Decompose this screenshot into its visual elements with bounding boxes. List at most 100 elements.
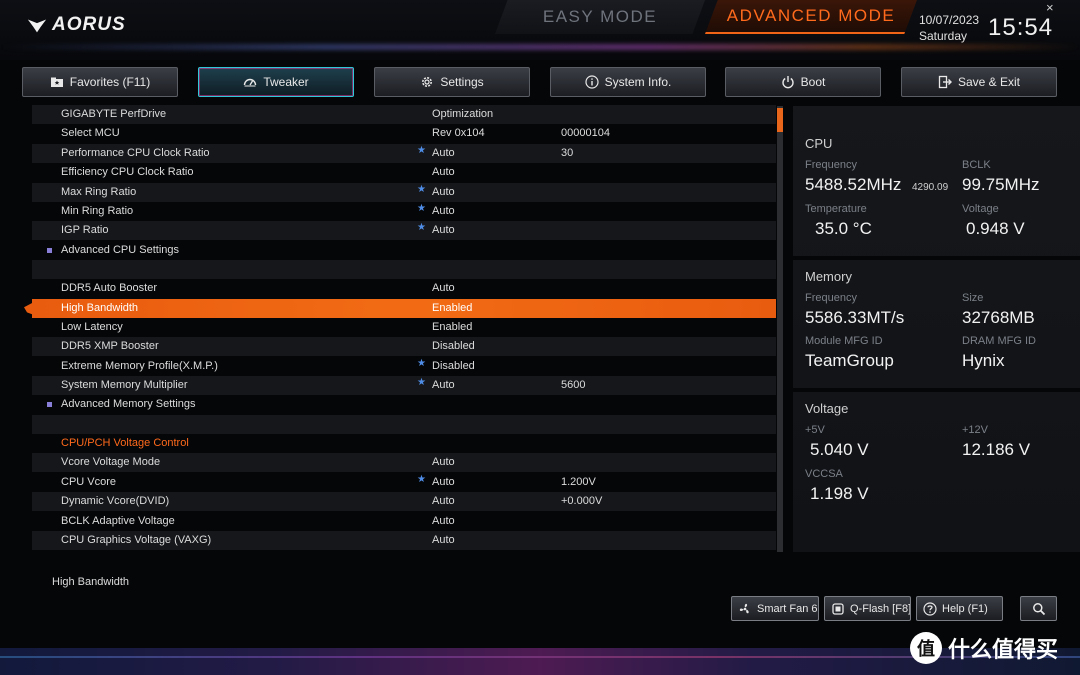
search-icon xyxy=(1032,602,1045,615)
tab-save-exit[interactable]: Save & Exit xyxy=(901,67,1057,97)
info-icon xyxy=(585,75,599,89)
bclk-value: 99.75MHz xyxy=(962,175,1040,194)
setting-name: CPU Vcore xyxy=(61,476,117,488)
setting-row-memory-multiplier[interactable]: System Memory Multiplier ★ Auto 5600 xyxy=(32,376,776,395)
setting-name: GIGABYTE PerfDrive xyxy=(61,108,167,120)
voltage-section-title: Voltage xyxy=(805,401,849,416)
settings-scrollbar[interactable] xyxy=(777,106,783,552)
exit-icon xyxy=(938,75,952,89)
setting-name: System Memory Multiplier xyxy=(61,379,188,391)
tab-tweaker[interactable]: Tweaker xyxy=(198,67,354,97)
tab-label: Favorites (F11) xyxy=(69,75,151,89)
setting-row-high-bandwidth[interactable]: High Bandwidth Enabled xyxy=(32,299,776,318)
setting-current-value: 00000104 xyxy=(561,127,610,139)
submenu-advanced-memory[interactable]: Advanced Memory Settings xyxy=(32,395,776,414)
setting-value: Auto xyxy=(432,205,455,217)
power-icon xyxy=(781,75,795,89)
setting-row-vaxg[interactable]: CPU Graphics Voltage (VAXG) Auto xyxy=(32,531,776,550)
search-button[interactable] xyxy=(1020,596,1057,621)
hardware-monitor-panel: CPU Frequency 5488.52MHz 4290.09 BCLK 99… xyxy=(793,106,1080,552)
setting-name: DDR5 Auto Booster xyxy=(61,282,157,294)
module-mfg-value: TeamGroup xyxy=(805,351,894,370)
tab-system-info[interactable]: System Info. xyxy=(550,67,706,97)
memory-size-value: 32768MB xyxy=(962,308,1035,327)
setting-value: Enabled xyxy=(432,321,473,333)
setting-row-cpu-vcore[interactable]: CPU Vcore ★ Auto 1.200V xyxy=(32,473,776,492)
brand-name: AORUS xyxy=(52,14,126,35)
setting-name: IGP Ratio xyxy=(61,224,109,236)
day-text: Saturday xyxy=(919,29,968,43)
watermark-badge: 值 xyxy=(910,632,942,664)
setting-row-xmp[interactable]: Extreme Memory Profile(X.M.P.) ★ Disable… xyxy=(32,357,776,376)
setting-value: Auto xyxy=(432,456,455,468)
setting-value: Enabled xyxy=(432,302,473,314)
tab-label: Boot xyxy=(800,75,826,89)
setting-name: Dynamic Vcore(DVID) xyxy=(61,495,170,507)
setting-row-low-latency[interactable]: Low Latency Enabled xyxy=(32,318,776,337)
submenu-advanced-cpu[interactable]: Advanced CPU Settings xyxy=(32,241,776,260)
easy-mode-button[interactable]: EASY MODE xyxy=(495,0,705,34)
setting-name: Efficiency CPU Clock Ratio xyxy=(61,166,194,178)
setting-row-xmp-booster[interactable]: DDR5 XMP Booster Disabled xyxy=(32,337,776,356)
setting-name: Select MCU xyxy=(61,127,120,139)
setting-name: Max Ring Ratio xyxy=(61,186,137,198)
cpu-temperature-value: 35.0 °C xyxy=(815,219,872,238)
dram-mfg-label: DRAM MFG ID xyxy=(962,335,1036,347)
qflash-button[interactable]: Q-Flash [F8] xyxy=(824,596,911,621)
aorus-logo: AORUS xyxy=(26,14,126,36)
tab-label: Settings xyxy=(440,75,484,89)
setting-row-perfdrive[interactable]: GIGABYTE PerfDrive Optimization xyxy=(32,105,776,124)
setting-row-igp-ratio[interactable]: IGP Ratio ★ Auto xyxy=(32,221,776,240)
help-button[interactable]: Help (F1) xyxy=(916,596,1003,621)
cpu-frequency-value: 5488.52MHz xyxy=(805,175,902,194)
scrollbar-thumb[interactable] xyxy=(777,108,783,132)
advanced-mode-button[interactable]: ADVANCED MODE xyxy=(705,0,917,34)
setting-row-bclk-adaptive[interactable]: BCLK Adaptive Voltage Auto xyxy=(32,512,776,531)
setting-value: Disabled xyxy=(432,340,475,352)
setting-value: Auto xyxy=(432,476,455,488)
watermark-text: 什么值得买 xyxy=(948,637,1059,662)
setting-row-select-mcu[interactable]: Select MCU Rev 0x104 00000104 xyxy=(32,124,776,143)
v5-value: 5.040 V xyxy=(810,440,869,459)
favorite-star-icon: ★ xyxy=(417,222,426,233)
panel-divider xyxy=(793,388,1080,392)
setting-row-dynamic-vcore[interactable]: Dynamic Vcore(DVID) Auto +0.000V xyxy=(32,492,776,511)
setting-current-value: 5600 xyxy=(561,379,586,391)
memory-section-title: Memory xyxy=(805,269,852,284)
setting-value: Optimization xyxy=(432,108,494,120)
setting-value: Auto xyxy=(432,495,455,507)
setting-row-ddr5-auto-booster[interactable]: DDR5 Auto Booster Auto xyxy=(32,279,776,298)
setting-row-max-ring[interactable]: Max Ring Ratio ★ Auto xyxy=(32,183,776,202)
setting-row-eff-cpu-ratio[interactable]: Efficiency CPU Clock Ratio Auto xyxy=(32,163,776,182)
aorus-eagle-icon xyxy=(27,19,47,33)
top-header: AORUS EASY MODE ADVANCED MODE 10/07/2023… xyxy=(0,0,1080,60)
setting-name: Advanced CPU Settings xyxy=(61,244,180,256)
selection-highlight-edge xyxy=(24,302,34,315)
setting-name: High Bandwidth xyxy=(61,302,139,314)
question-icon xyxy=(923,601,937,616)
setting-name: Min Ring Ratio xyxy=(61,205,134,217)
setting-name: Performance CPU Clock Ratio xyxy=(61,147,210,159)
cpu-frequency-secondary: 4290.09 xyxy=(912,182,949,193)
setting-name: Low Latency xyxy=(61,321,123,333)
close-icon[interactable]: × xyxy=(1046,0,1054,15)
module-mfg-label: Module MFG ID xyxy=(805,335,883,347)
setting-name: BCLK Adaptive Voltage xyxy=(61,515,175,527)
site-watermark: 值 什么值得买 xyxy=(910,632,1058,664)
memory-size-label: Size xyxy=(962,292,984,304)
favorite-star-icon: ★ xyxy=(417,358,426,369)
setting-row-min-ring[interactable]: Min Ring Ratio ★ Auto xyxy=(32,202,776,221)
item-help-text: High Bandwidth xyxy=(52,576,130,588)
tab-boot[interactable]: Boot xyxy=(725,67,881,97)
setting-value: Auto xyxy=(432,534,455,546)
dram-mfg-value: Hynix xyxy=(962,351,1005,370)
tab-favorites[interactable]: Favorites (F11) xyxy=(22,67,178,97)
setting-row-perf-cpu-ratio[interactable]: Performance CPU Clock Ratio ★ Auto 30 xyxy=(32,144,776,163)
tab-settings[interactable]: Settings xyxy=(374,67,530,97)
setting-value: Disabled xyxy=(432,360,475,372)
favorite-star-icon: ★ xyxy=(417,203,426,214)
setting-name: Extreme Memory Profile(X.M.P.) xyxy=(61,360,218,372)
tab-label: Save & Exit xyxy=(957,75,1021,89)
setting-row-vcore-mode[interactable]: Vcore Voltage Mode Auto xyxy=(32,453,776,472)
smart-fan-button[interactable]: Smart Fan 6 [F6] xyxy=(731,596,819,621)
